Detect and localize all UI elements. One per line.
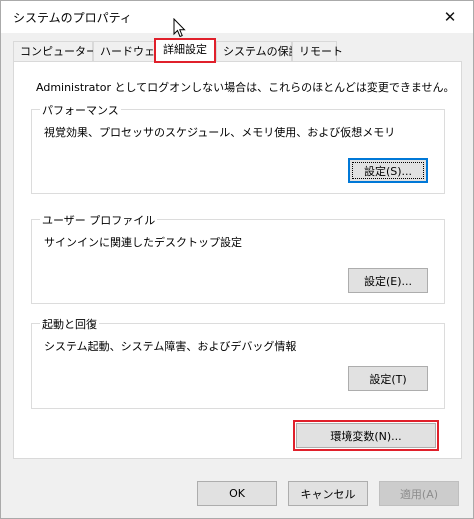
ok-button[interactable]: OK <box>197 481 277 506</box>
tab-remote[interactable]: リモート <box>292 41 343 62</box>
environment-variables-button[interactable]: 環境変数(N)... <box>293 420 439 451</box>
startup-recovery-group: 起動と回復 システム起動、システム障害、およびデバッグ情報 設定(T) <box>31 316 445 409</box>
user-profile-group: ユーザー プロファイル サインインに関連したデスクトップ設定 設定(E)... <box>31 212 445 304</box>
window-title: システムのプロパティ <box>13 11 132 25</box>
user-profile-group-title: ユーザー プロファイル <box>40 212 158 228</box>
performance-group-title: パフォーマンス <box>40 102 121 118</box>
user-profile-settings-button[interactable]: 設定(E)... <box>348 268 428 293</box>
performance-group: パフォーマンス 視覚効果、プロセッサのスケジュール、メモリ使用、および仮想メモリ… <box>31 102 445 194</box>
close-button[interactable]: ✕ <box>427 1 473 33</box>
admin-notice: Administrator としてログオンしない場合は、これらのほとんどは変更で… <box>36 81 455 94</box>
mouse-cursor-icon <box>173 18 186 38</box>
title-bar: システムのプロパティ ✕ <box>1 1 473 33</box>
tab-advanced[interactable]: 詳細設定 <box>154 38 216 63</box>
startup-recovery-group-title: 起動と回復 <box>40 316 99 332</box>
performance-settings-button[interactable]: 設定(S)... <box>348 158 428 183</box>
tab-computer-name[interactable]: コンピューター名 <box>13 41 108 62</box>
apply-button[interactable]: 適用(A) <box>379 481 459 506</box>
startup-recovery-description: システム起動、システム障害、およびデバッグ情報 <box>44 340 297 353</box>
system-properties-window: システムのプロパティ ✕ コンピューター名 ハードウェア 詳細設定 システムの保… <box>0 0 474 519</box>
user-profile-description: サインインに関連したデスクトップ設定 <box>44 236 242 249</box>
dialog-footer: OK キャンセル 適用(A) <box>1 471 473 518</box>
advanced-tab-panel: Administrator としてログオンしない場合は、これらのほとんどは変更で… <box>13 61 462 459</box>
close-icon: ✕ <box>443 8 457 26</box>
performance-description: 視覚効果、プロセッサのスケジュール、メモリ使用、および仮想メモリ <box>44 126 396 139</box>
startup-recovery-settings-button[interactable]: 設定(T) <box>348 366 428 391</box>
tab-system-protection[interactable]: システムの保護 <box>216 41 300 62</box>
cancel-button[interactable]: キャンセル <box>288 481 368 506</box>
tab-hardware[interactable]: ハードウェア <box>93 41 166 62</box>
